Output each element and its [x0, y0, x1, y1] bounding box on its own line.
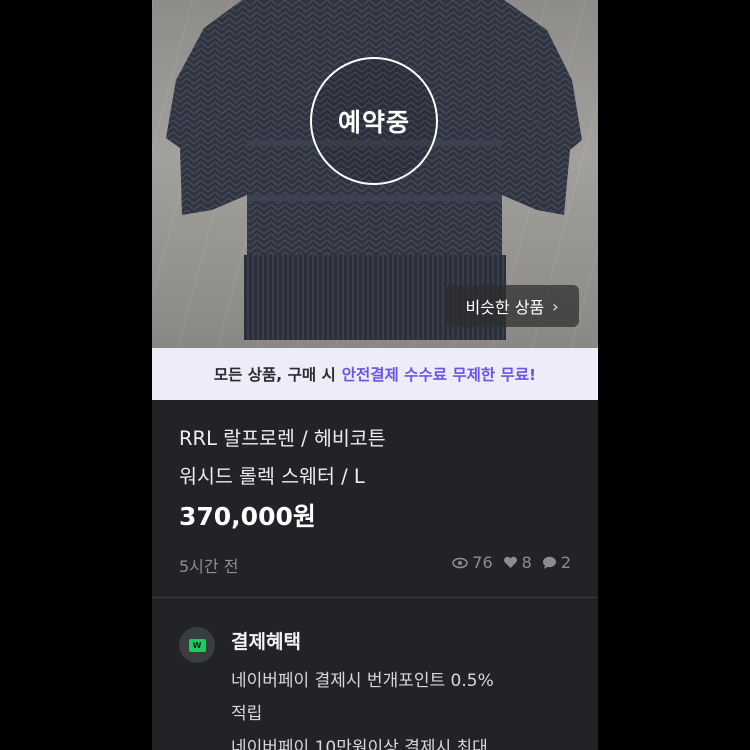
product-detail-screen: 예약중 비슷한 상품 › 모든 상품, 구매 시 안전결제 수수료 무제한 무료… — [152, 0, 598, 750]
product-stats: 76 8 2 — [452, 553, 571, 572]
likes-stat: 8 — [503, 553, 532, 572]
posted-time: 5시간 전 — [179, 557, 239, 576]
payment-benefit-line: 네이버페이 결제시 번개포인트 0.5% — [231, 671, 494, 691]
reserved-status-label: 예약중 — [337, 108, 410, 137]
heart-icon — [503, 556, 517, 568]
product-photo[interactable]: 예약중 비슷한 상품 › — [152, 0, 598, 348]
chats-stat: 2 — [542, 553, 571, 572]
section-divider — [152, 597, 598, 598]
chevron-right-icon: › — [552, 296, 559, 316]
product-title-line-2: 워시드 롤렉 스웨터 / L — [179, 465, 365, 488]
reserved-status-badge: 예약중 — [310, 57, 438, 185]
chats-count: 2 — [560, 553, 571, 572]
eye-icon — [452, 557, 469, 568]
views-count: 76 — [472, 553, 493, 572]
chat-bubble-icon — [542, 556, 556, 569]
promo-text: 모든 상품, 구매 시 — [213, 366, 336, 384]
views-stat: 76 — [452, 553, 493, 572]
similar-products-label: 비슷한 상품 — [465, 298, 545, 317]
product-title-line-1: RRL 랄프로렌 / 헤비코튼 — [179, 427, 386, 450]
safe-payment-promo-banner[interactable]: 모든 상품, 구매 시 안전결제 수수료 무제한 무료! — [152, 348, 598, 400]
promo-highlight-text: 안전결제 수수료 무제한 무료! — [341, 366, 537, 384]
product-price: 370,000원 — [179, 502, 316, 531]
likes-count: 8 — [521, 553, 532, 572]
payment-benefit-line: 적립 — [231, 704, 263, 724]
naverpay-icon: W — [179, 627, 215, 663]
similar-products-button[interactable]: 비슷한 상품 › — [445, 285, 579, 327]
naverpay-icon-mark: W — [188, 638, 206, 652]
payment-benefit-line: 네이버페이 10만원이상 결제시 최대 — [231, 738, 488, 750]
payment-benefit-title: 결제혜택 — [231, 631, 301, 653]
